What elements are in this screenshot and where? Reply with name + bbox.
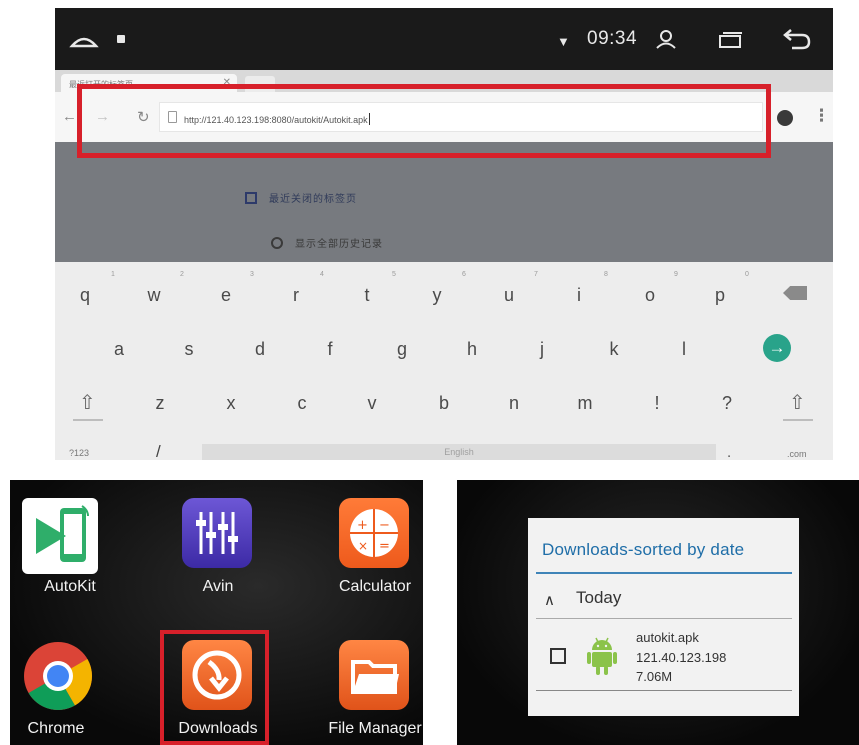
clock: 09:34 [587, 28, 638, 49]
app-label: File Manager [328, 720, 422, 737]
file-source: 121.40.123.198 [636, 650, 727, 665]
app-label: AutoKit [44, 578, 96, 595]
tab-icon [245, 191, 257, 204]
history-icon [271, 236, 283, 249]
key-slash[interactable]: / [156, 442, 161, 460]
key-f[interactable]: f [315, 339, 345, 360]
key-m[interactable]: m [570, 393, 600, 414]
shift-icon[interactable]: ⇧ [79, 390, 96, 415]
app-label: Chrome [27, 720, 85, 737]
key-t[interactable]: t [352, 285, 382, 306]
page-content: 最近关闭的标签页 显示全部历史记录 [55, 142, 833, 262]
divider [536, 618, 792, 619]
key-i[interactable]: i [564, 285, 594, 306]
url-highlight-box [77, 84, 771, 158]
wifi-icon: ▼ [557, 34, 570, 49]
key-question[interactable]: ? [712, 393, 742, 414]
soft-keyboard: 1 2 3 4 5 6 7 8 9 0 q w e r t y u i o p … [55, 262, 833, 460]
suggestion-label: 最近关闭的标签页 [269, 194, 357, 205]
suggestion-label: 显示全部历史记录 [295, 239, 383, 250]
key-x[interactable]: x [216, 393, 246, 414]
suggestion-history[interactable]: 显示全部历史记录 [271, 235, 383, 250]
key-hint: 8 [604, 271, 608, 278]
key-l[interactable]: l [669, 339, 699, 360]
key-o[interactable]: o [635, 285, 665, 306]
home-icon[interactable] [69, 30, 99, 50]
file-name: autokit.apk [636, 630, 699, 645]
key-hint: 0 [745, 271, 749, 278]
svg-text:+: + [357, 518, 368, 533]
key-j[interactable]: j [527, 339, 557, 360]
suggestion-recent-tabs[interactable]: 最近关闭的标签页 [245, 190, 357, 205]
window-icon[interactable] [717, 32, 743, 48]
shift-underline [73, 419, 103, 421]
key-h[interactable]: h [457, 339, 487, 360]
key-hint: 7 [534, 271, 538, 278]
space-bar[interactable]: English [202, 444, 716, 460]
key-hint: 6 [462, 271, 466, 278]
chrome-icon [24, 642, 92, 710]
key-dotcom[interactable]: .com [787, 449, 807, 459]
key-d[interactable]: d [245, 339, 275, 360]
key-u[interactable]: u [494, 285, 524, 306]
key-s[interactable]: s [174, 339, 204, 360]
key-e[interactable]: e [211, 285, 241, 306]
key-a[interactable]: a [104, 339, 134, 360]
downloads-title: Downloads-sorted by date [542, 540, 745, 559]
calculator-icon: + − × = [339, 498, 409, 568]
key-k[interactable]: k [599, 339, 629, 360]
chevron-up-icon[interactable]: ∧ [544, 591, 555, 609]
android-icon [587, 637, 617, 675]
key-b[interactable]: b [429, 393, 459, 414]
app-label: Avin [202, 578, 234, 595]
incognito-icon[interactable] [777, 110, 793, 126]
key-w[interactable]: w [139, 285, 169, 306]
enter-icon[interactable]: → [763, 334, 791, 362]
key-hint: 2 [180, 271, 184, 278]
key-q[interactable]: q [70, 285, 100, 306]
svg-text:=: = [379, 539, 390, 554]
key-hint: 9 [674, 271, 678, 278]
key-hint: 3 [250, 271, 254, 278]
key-g[interactable]: g [387, 339, 417, 360]
equalizer-icon [182, 498, 252, 568]
key-y[interactable]: y [422, 285, 452, 306]
back-arrow-icon[interactable]: ← [62, 108, 77, 125]
file-size: 7.06M [636, 669, 673, 684]
status-bar: ▼ 09:34 [55, 8, 833, 70]
divider [536, 690, 792, 691]
divider [536, 572, 792, 574]
home-screen: AutoKit Avin + − × = Calculator Chrome D… [10, 480, 423, 745]
svg-text:−: − [379, 518, 390, 533]
autokit-icon [22, 498, 98, 574]
app-label: Calculator [338, 578, 412, 595]
downloads-screen: Downloads-sorted by date ∧ Today autokit… [457, 480, 859, 745]
key-r[interactable]: r [281, 285, 311, 306]
downloads-highlight-box [160, 630, 269, 745]
more-menu-icon[interactable]: ⋮ [813, 106, 830, 126]
folder-icon [339, 640, 409, 710]
shift-underline [783, 419, 813, 421]
key-hint: 1 [111, 271, 115, 278]
notification-icon [117, 35, 125, 43]
key-dot[interactable]: . [727, 444, 731, 460]
backspace-icon[interactable] [783, 286, 807, 300]
user-icon[interactable] [655, 28, 677, 50]
group-label[interactable]: Today [576, 588, 621, 608]
back-icon[interactable] [782, 26, 812, 52]
browser-screenshot: ▼ 09:34 最近打开的标签页 ✕ ← → ↻ http://121.40.1… [55, 8, 833, 460]
svg-text:×: × [358, 539, 368, 553]
key-symbols[interactable]: ?123 [69, 448, 89, 458]
key-hint: 4 [320, 271, 324, 278]
key-hint: 5 [392, 271, 396, 278]
key-n[interactable]: n [499, 393, 529, 414]
key-p[interactable]: p [705, 285, 735, 306]
key-z[interactable]: z [145, 393, 175, 414]
shift-icon[interactable]: ⇧ [789, 390, 806, 415]
downloads-window: Downloads-sorted by date ∧ Today autokit… [528, 518, 799, 716]
key-exclamation[interactable]: ! [642, 393, 672, 414]
key-c[interactable]: c [287, 393, 317, 414]
key-v[interactable]: v [357, 393, 387, 414]
item-checkbox[interactable] [550, 648, 566, 664]
